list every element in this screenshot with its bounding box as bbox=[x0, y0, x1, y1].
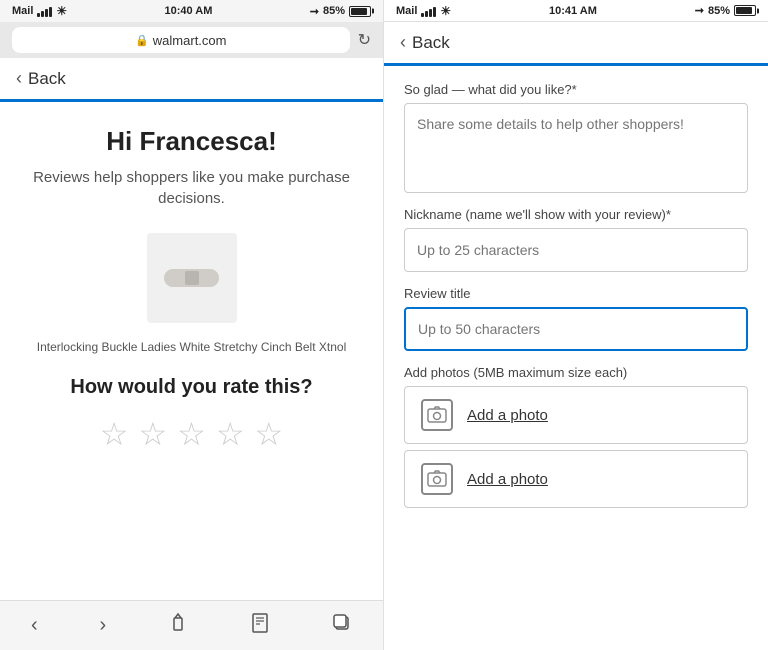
product-name: Interlocking Buckle Ladies White Stretch… bbox=[37, 339, 346, 356]
back-label-left: Back bbox=[28, 69, 66, 89]
nickname-group: Nickname (name we'll show with your revi… bbox=[404, 207, 748, 272]
photos-label: Add photos (5MB maximum size each) bbox=[404, 365, 748, 380]
url-text: walmart.com bbox=[153, 33, 227, 48]
wifi-icon-right: ☀ bbox=[440, 4, 451, 18]
share-button[interactable] bbox=[154, 604, 202, 648]
lock-icon: 🔒 bbox=[135, 34, 149, 47]
arrow-icon: ➞ bbox=[310, 5, 319, 18]
title-input[interactable] bbox=[404, 307, 748, 351]
add-photo-label-1: Add a photo bbox=[467, 407, 548, 424]
photo-icon-1 bbox=[421, 399, 453, 431]
photo-icon-2 bbox=[421, 463, 453, 495]
tabs-button[interactable] bbox=[318, 605, 366, 647]
arrow-icon-right: ➞ bbox=[695, 4, 704, 17]
star-5[interactable]: ☆ bbox=[255, 415, 284, 453]
left-content: Hi Francesca! Reviews help shoppers like… bbox=[0, 102, 383, 600]
back-label-right: Back bbox=[412, 33, 450, 53]
star-rating[interactable]: ☆ ☆ ☆ ☆ ☆ bbox=[100, 415, 283, 453]
battery-pct-left: 85% bbox=[323, 5, 345, 17]
star-4[interactable]: ☆ bbox=[216, 415, 245, 453]
battery-icon-left bbox=[349, 6, 371, 17]
title-group: Review title bbox=[404, 286, 748, 351]
add-photo-label-2: Add a photo bbox=[467, 471, 548, 488]
time-left: 10:40 AM bbox=[165, 5, 213, 17]
star-3[interactable]: ☆ bbox=[177, 415, 206, 453]
photos-group: Add photos (5MB maximum size each) Add a… bbox=[404, 365, 748, 508]
star-2[interactable]: ☆ bbox=[138, 415, 167, 453]
star-1[interactable]: ☆ bbox=[100, 415, 129, 453]
back-button-left[interactable]: ‹ Back bbox=[16, 68, 66, 89]
reload-button[interactable]: ↻ bbox=[358, 30, 371, 50]
right-phone: Mail ☀ 10:41 AM ➞ 85% ‹ Back So glad — w… bbox=[384, 0, 768, 650]
nav-bar-left: ‹ Back bbox=[0, 58, 383, 102]
back-button-right[interactable]: ‹ Back bbox=[400, 32, 450, 53]
status-bar-right: Mail ☀ 10:41 AM ➞ 85% bbox=[384, 0, 768, 22]
review-label: So glad — what did you like?* bbox=[404, 82, 748, 97]
bookmarks-button[interactable] bbox=[236, 604, 284, 648]
bottom-nav: ‹ › bbox=[0, 600, 383, 650]
chevron-left-icon-right: ‹ bbox=[400, 32, 406, 53]
product-image bbox=[147, 233, 237, 323]
review-textarea[interactable] bbox=[404, 103, 748, 193]
nickname-label: Nickname (name we'll show with your revi… bbox=[404, 207, 748, 222]
wifi-icon: ☀ bbox=[56, 4, 67, 18]
subtitle-text: Reviews help shoppers like you make purc… bbox=[32, 167, 351, 209]
back-nav-button[interactable]: ‹ bbox=[17, 606, 52, 645]
nav-bar-right: ‹ Back bbox=[384, 22, 768, 66]
add-photo-button-1[interactable]: Add a photo bbox=[404, 386, 748, 444]
mail-label: Mail bbox=[12, 5, 33, 17]
greeting-text: Hi Francesca! bbox=[106, 126, 277, 157]
nickname-input[interactable] bbox=[404, 228, 748, 272]
time-right: 10:41 AM bbox=[549, 5, 597, 17]
left-phone: Mail ☀ 10:40 AM ➞ 85% 🔒 walmart.com ↻ ‹ … bbox=[0, 0, 384, 650]
battery-icon-right bbox=[734, 5, 756, 16]
url-bar: 🔒 walmart.com ↻ bbox=[0, 22, 383, 58]
mail-label-right: Mail bbox=[396, 5, 417, 17]
signal-icon-right bbox=[421, 5, 436, 17]
rate-heading: How would you rate this? bbox=[70, 376, 312, 399]
status-bar-left: Mail ☀ 10:40 AM ➞ 85% bbox=[0, 0, 383, 22]
form-content: So glad — what did you like?* Nickname (… bbox=[384, 66, 768, 650]
belt-image bbox=[164, 269, 219, 287]
url-field[interactable]: 🔒 walmart.com bbox=[12, 27, 350, 53]
chevron-left-icon: ‹ bbox=[16, 68, 22, 89]
add-photo-button-2[interactable]: Add a photo bbox=[404, 450, 748, 508]
battery-pct-right: 85% bbox=[708, 5, 730, 17]
review-group: So glad — what did you like?* bbox=[404, 82, 748, 193]
signal-icon bbox=[37, 5, 52, 17]
forward-nav-button[interactable]: › bbox=[86, 606, 121, 645]
title-label: Review title bbox=[404, 286, 748, 301]
